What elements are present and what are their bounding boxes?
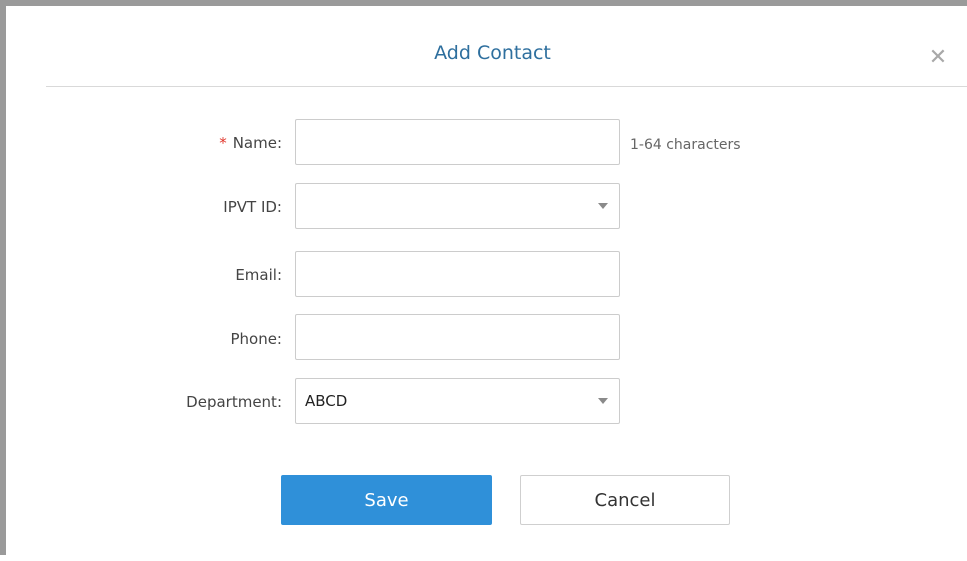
email-label: Email: xyxy=(235,266,282,284)
department-value: ABCD xyxy=(305,392,348,410)
required-asterisk: * xyxy=(219,134,227,152)
cancel-button[interactable]: Cancel xyxy=(520,475,730,525)
department-label: Department: xyxy=(186,393,282,411)
window-frame: Add Contact ✕ * Name: 1-64 characters IPV… xyxy=(0,0,967,561)
email-field[interactable] xyxy=(295,251,620,297)
ipvt-id-label: IPVT ID: xyxy=(223,198,282,216)
add-contact-dialog: Add Contact ✕ * Name: 1-64 characters IPV… xyxy=(12,12,967,561)
department-select[interactable]: ABCD xyxy=(295,378,620,424)
chevron-down-icon xyxy=(598,203,608,209)
phone-label: Phone: xyxy=(230,330,282,348)
close-icon[interactable]: ✕ xyxy=(926,46,950,70)
dialog-title: Add Contact xyxy=(434,42,551,64)
name-label-text: Name: xyxy=(232,134,282,152)
ipvt-id-select[interactable] xyxy=(295,183,620,229)
save-button[interactable]: Save xyxy=(281,475,492,525)
name-input[interactable] xyxy=(295,119,620,165)
header-divider xyxy=(46,86,967,87)
phone-field[interactable] xyxy=(295,314,620,360)
chevron-down-icon xyxy=(598,398,608,404)
name-label: * Name: xyxy=(12,134,282,152)
name-hint: 1-64 characters xyxy=(630,137,741,153)
